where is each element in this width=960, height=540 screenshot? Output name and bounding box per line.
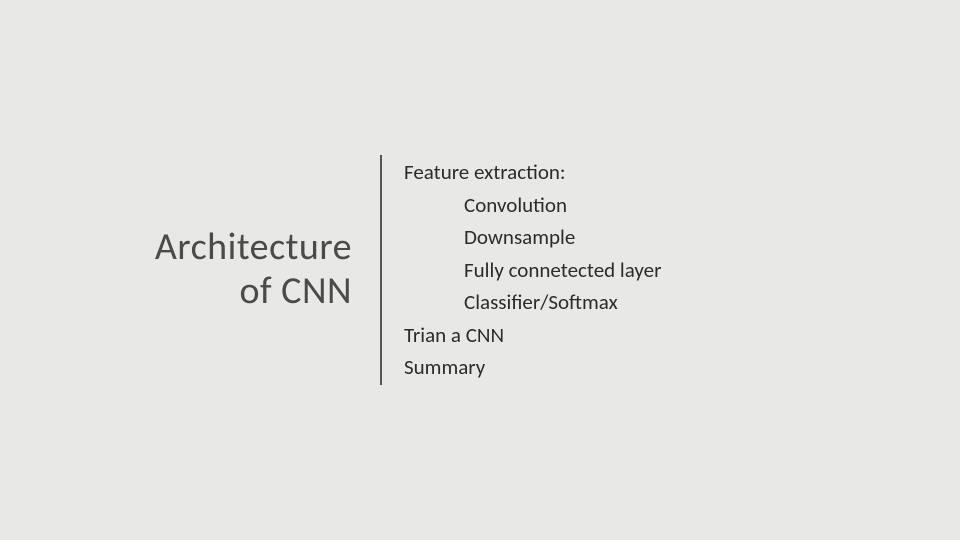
- content-pane: Feature extraction: Convolution Downsamp…: [382, 156, 900, 384]
- content-subitem: Convolution: [404, 189, 900, 222]
- content-subitem: Downsample: [404, 221, 900, 254]
- content-subitem: Classifier/Softmax: [404, 286, 900, 319]
- title-line-1: Architecture: [155, 224, 352, 270]
- content-line: Trian a CNN: [404, 319, 900, 352]
- content-line: Summary: [404, 351, 900, 384]
- slide-container: Architecture of CNN Feature extraction: …: [0, 0, 960, 540]
- content-subitem: Fully connetected layer: [404, 254, 900, 287]
- title-line-2: of CNN: [239, 268, 352, 314]
- slide-title: Architecture of CNN: [155, 226, 352, 313]
- title-pane: Architecture of CNN: [60, 226, 380, 313]
- content-heading: Feature extraction:: [404, 156, 900, 189]
